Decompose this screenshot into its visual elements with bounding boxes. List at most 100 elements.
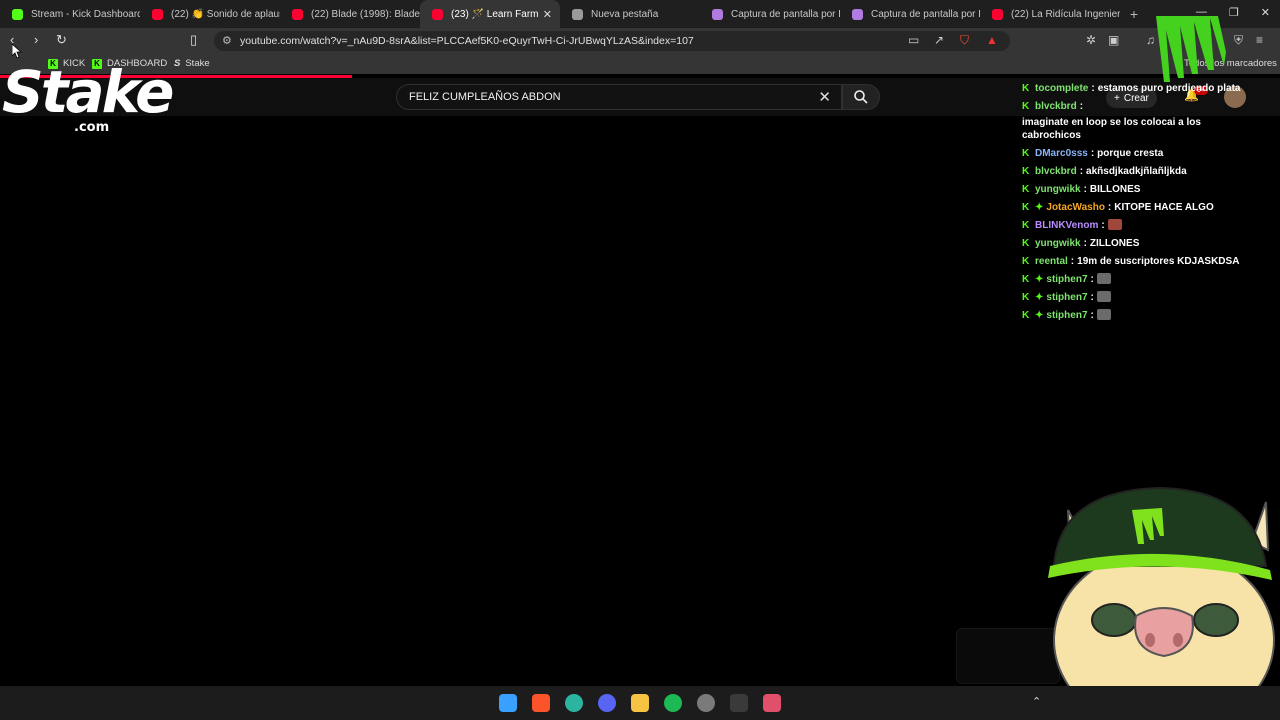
address-bar[interactable]: ⚙ youtube.com/watch?v=_nAu9D-8srA&list=P… [214,31,1010,51]
chat-separator: : [1090,274,1094,285]
youtube-icon [992,8,1003,20]
chat-username[interactable]: stiphen7 [1046,273,1087,286]
browser-tab[interactable]: (22) Blade (1998): Blade's [280,0,420,28]
chat-username[interactable]: blvckbrd [1035,165,1077,178]
maximize-icon[interactable]: ❐ [1229,6,1239,19]
subscriber-badge-icon: ✦ [1035,310,1044,321]
tab-label: Captura de pantalla por L [731,8,840,20]
close-tab-icon[interactable]: ✕ [543,8,552,21]
bookmarks-bar: K KICK K DASHBOARD S Stake Todos los marcad… [0,54,1280,74]
chat-username[interactable]: blvckbrd [1035,100,1077,113]
vpn-icon[interactable]: ⛨ [1234,33,1243,48]
url-text[interactable]: youtube.com/watch?v=_nAu9D-8srA&list=PLC… [240,35,694,47]
youtube-icon [292,8,303,20]
bookmark-icon[interactable]: ▯ [190,32,197,48]
browser-tab[interactable]: Captura de pantalla por L [840,0,980,28]
brave-rewards-icon[interactable]: ▲ [986,33,998,47]
mouse-cursor-icon [12,44,22,58]
tab-label: (22) 👏 Sonido de aplaus [171,8,280,20]
chat-separator: : [1090,292,1094,303]
browser-tab[interactable]: Captura de pantalla por L [700,0,840,28]
discord-icon[interactable] [598,694,616,712]
clear-search-icon[interactable]: ✕ [818,88,831,106]
bookmark-stake[interactable]: S Stake [174,58,210,69]
chat-username[interactable]: yungwikk [1035,183,1081,196]
file-explorer-icon[interactable] [631,694,649,712]
chat-username[interactable]: yungwikk [1035,237,1081,250]
chat-separator: : [1101,220,1105,231]
tab-label: (22) Blade (1998): Blade's [311,8,420,20]
cast-icon[interactable]: ▭ [908,33,919,47]
browser-tab[interactable]: (22) 👏 Sonido de aplaus [140,0,280,28]
sidebar-icon[interactable]: ▣ [1108,33,1119,47]
browser-tab[interactable]: (23) 🪄 Learn Farm ✕ [420,0,560,28]
browser-tab[interactable]: Stream - Kick Dashboard [0,0,140,28]
edge-icon[interactable] [565,694,583,712]
search-box[interactable]: FELIZ CUMPLEAÑOS ABDON ✕ [396,84,842,110]
kick-badge-icon: K [1022,274,1030,285]
kick-badge-icon: K [1022,292,1030,303]
chat-message: Kblvckbrd: akñsdjkadkjñlañljkda [1022,165,1254,178]
subscriber-badge-icon: ✦ [1035,292,1044,303]
chat-message: Kyungwikk: BILLONES [1022,183,1254,196]
chat-message: K DMarc0sss: porque cresta [1022,147,1254,160]
tab-label: Captura de pantalla por L [871,8,980,20]
chat-message: K ✦ stiphen7: [1022,309,1254,322]
chat-separator: : [1083,184,1087,195]
new-tab-button[interactable]: + [1124,6,1144,22]
close-window-icon[interactable]: ✕ [1261,6,1270,19]
chat-text: estamos puro perdiendo plata [1097,83,1241,94]
chat-emote-icon [1096,273,1111,284]
obs-icon[interactable] [697,694,715,712]
stake-logo: Stake .com [2,58,176,138]
tab-label: Stream - Kick Dashboard [31,8,140,20]
chat-username[interactable]: JotacWasho [1046,201,1105,214]
kick-badge-icon: K [1022,220,1030,231]
chat-username[interactable]: reental [1035,255,1068,268]
chat-username[interactable]: DMarc0sss [1035,147,1088,160]
chat-message: Kyungwikk: ZILLONES [1022,237,1254,250]
share-icon[interactable]: ↗ [934,33,944,47]
bookmark-label: Stake [185,58,210,69]
reload-icon[interactable]: ↻ [56,32,67,48]
forward-icon[interactable]: › [34,32,38,47]
cat-mascot-overlay [1048,486,1275,720]
kick-badge-icon: K [1022,256,1030,267]
kick-badge-icon: K [1022,101,1030,112]
monster-energy-logo [1156,16,1226,82]
chat-text: 19m de suscriptores KDJASKDSA [1077,256,1240,267]
stake-wordmark: Stake [2,58,174,126]
chat-username[interactable]: BLINKVenom [1035,219,1098,232]
chat-username[interactable]: stiphen7 [1046,291,1087,304]
search-button[interactable] [842,84,880,110]
show-hidden-icons[interactable]: ⌃ [1032,695,1041,708]
subscriber-badge-icon: ✦ [1035,202,1044,213]
chat-separator: : [1107,202,1112,213]
app-icon[interactable] [730,694,748,712]
site-settings-icon[interactable]: ⚙ [222,34,232,47]
browser-tab[interactable]: (22) La Ridícula Ingenierí [980,0,1120,28]
chat-emote-icon [1107,219,1122,230]
chat-username[interactable]: stiphen7 [1046,309,1087,322]
chat-separator: : [1090,310,1094,321]
chat-message: Kblvckbrd: imaginate en loop se los coloc… [1022,100,1254,142]
chat-separator: : [1083,238,1087,249]
chat-message: K ✦ JotacWasho: KITOPE HACE ALGO [1022,201,1254,214]
chat-emote-icon [1096,309,1111,320]
chat-text: BILLONES [1089,184,1141,195]
browser-tab[interactable]: Nueva pestaña [560,0,700,28]
tab-label: Nueva pestaña [591,8,659,20]
windows-start-icon[interactable] [499,694,517,712]
chat-username[interactable]: tocomplete [1035,82,1088,95]
pen-icon [712,8,723,20]
chat-message: K BLINKVenom: [1022,219,1254,232]
menu-icon[interactable]: ≡ [1256,33,1263,47]
search-input[interactable]: FELIZ CUMPLEAÑOS ABDON [409,91,561,103]
stake-domain: .com [74,120,110,135]
spotify-icon[interactable] [664,694,682,712]
extensions-icon[interactable]: ✲ [1086,33,1096,47]
brave-shields-icon[interactable]: ⛉ [960,33,969,48]
browser-toolbar: ‹ › ↻ ▯ ⚙ youtube.com/watch?v=_nAu9D-8sr… [0,28,1280,54]
brave-icon[interactable] [532,694,550,712]
streamer-app-icon[interactable] [763,694,781,712]
